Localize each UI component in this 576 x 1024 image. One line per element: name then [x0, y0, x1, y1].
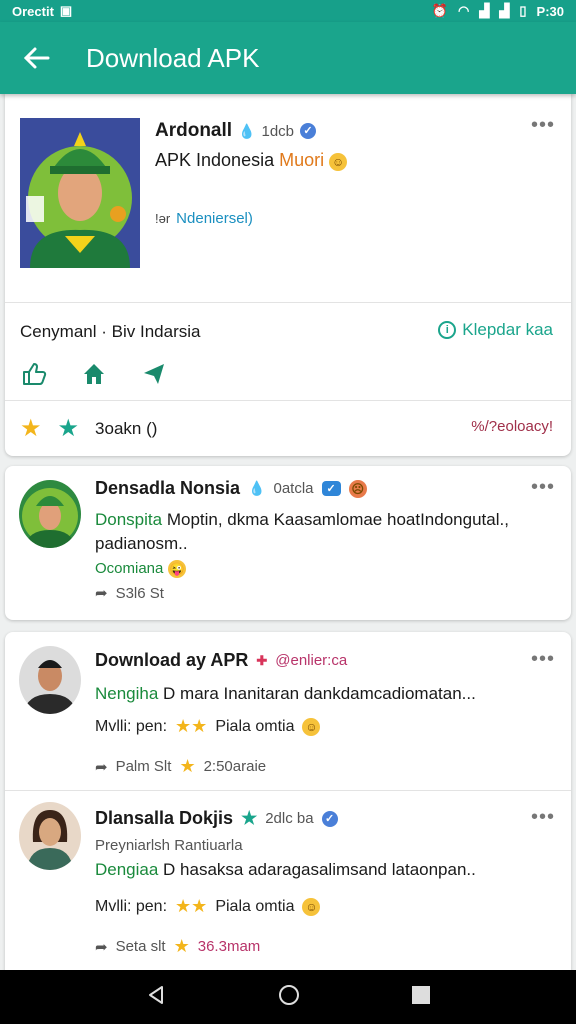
action-row — [20, 360, 168, 388]
star-icon[interactable]: ★ — [179, 756, 195, 777]
featured-card[interactable]: Ardonall 💧 1dcb ✓ APK Indonesia Muori ☺ … — [5, 94, 571, 456]
system-nav-bar — [0, 970, 576, 1024]
status-bar: Orectit ▣ ⏰ ◠ ▟ ▟ ▯ P:30 — [0, 0, 576, 22]
post-rating: Mvlli: pen: ★★ Piala omtia ☺ — [95, 896, 321, 917]
angry-emoji-icon: ☹ — [348, 479, 367, 498]
company-label: Cenymanl · Biv Indarsia — [20, 322, 201, 341]
signal-icon-2: ▟ — [499, 3, 510, 18]
divider — [5, 790, 571, 791]
post-body: Dengiaa D hasaksa adaragasalimsand latao… — [95, 860, 476, 879]
badge-icon: ✓ — [321, 481, 341, 496]
star-icon: ★★ — [175, 896, 208, 916]
star-green-icon: ★ — [241, 808, 258, 828]
home-share-button[interactable] — [80, 360, 108, 388]
drop-icon: 💧 — [238, 122, 256, 139]
smile-emoji-icon: ☺ — [302, 897, 321, 916]
post-subline: Preyniarlsh Rantiuarla — [95, 837, 243, 854]
post-rating: Mvlli: pen: ★★ Piala omtia ☺ — [95, 716, 321, 737]
star-icon[interactable]: ★ — [174, 936, 190, 957]
verified-icon: ✓ — [300, 123, 317, 139]
nav-recents-button[interactable] — [411, 985, 431, 1010]
featured-poster-image[interactable] — [20, 118, 140, 268]
more-options-icon[interactable]: ••• — [531, 806, 555, 829]
status-time: P:30 — [536, 3, 564, 19]
battery-icon: ▯ — [519, 3, 527, 18]
share-icon[interactable]: ➦ — [95, 938, 108, 956]
smile-emoji-icon: ☺ — [329, 153, 348, 171]
drop-icon: 💧 — [248, 480, 266, 496]
carrier-label: Orectit — [12, 3, 54, 19]
like-button[interactable] — [20, 360, 48, 388]
subtitle-accent: Muori — [279, 150, 325, 170]
post-meta: ➦ Seta slt ★ 36.3mam — [95, 936, 261, 957]
triangle-back-icon — [149, 985, 164, 1004]
star-green-icon[interactable]: ★ — [58, 414, 80, 443]
featured-subtitle: APK Indonesia Muori ☺ — [155, 150, 348, 171]
post-author[interactable]: Dlansalla Dokjis ★ 2dlc ba ✓ — [95, 808, 338, 829]
nav-home-button[interactable] — [278, 984, 300, 1011]
featured-rating-row: ★ ★ 3oakn () — [20, 414, 158, 443]
nav-back-button[interactable] — [145, 984, 167, 1011]
avatar[interactable] — [19, 646, 81, 714]
share-icon[interactable]: ➦ — [95, 758, 108, 776]
feed[interactable]: Ardonall 💧 1dcb ✓ APK Indonesia Muori ☺ … — [0, 94, 576, 970]
square-recents-icon — [411, 985, 430, 1004]
tongue-emoji-icon: 😜 — [168, 560, 187, 578]
avatar[interactable] — [19, 480, 81, 548]
signal-icon: ▟ — [479, 3, 490, 18]
sim-icon: ▣ — [59, 3, 73, 18]
verified-icon: ✓ — [321, 810, 338, 827]
post-author[interactable]: Densadla Nonsia 💧 0atcla ✓ ☹ — [95, 478, 367, 499]
smile-emoji-icon: ☺ — [302, 717, 321, 736]
info-icon: i — [438, 321, 457, 339]
featured-name[interactable]: Ardonall 💧 1dcb ✓ — [155, 120, 317, 142]
alarm-icon: ⏰ — [431, 3, 449, 18]
more-options-icon[interactable]: ••• — [531, 476, 555, 499]
send-icon — [144, 364, 164, 384]
circle-home-icon — [278, 984, 299, 1005]
post-author[interactable]: Download ay APR ✚ @enlier:ca — [95, 650, 347, 671]
featured-percent: %/?eoloacy! — [471, 418, 553, 435]
post-card[interactable]: Download ay APR ✚ @enlier:ca ••• Nengiha… — [5, 632, 571, 970]
divider — [5, 400, 571, 401]
info-link[interactable]: i Klepdar kaa — [438, 320, 553, 340]
post-card[interactable]: Densadla Nonsia 💧 0atcla ✓ ☹ ••• Donspit… — [5, 466, 571, 620]
more-options-icon[interactable]: ••• — [531, 114, 555, 137]
star-icon: ★★ — [175, 716, 208, 736]
page-title: Download APK — [86, 42, 260, 73]
featured-link[interactable]: !ər Ndeniersel) — [155, 210, 253, 227]
arrow-left-icon — [23, 47, 50, 69]
app-bar: Download APK — [0, 22, 576, 94]
house-icon — [84, 364, 104, 384]
wifi-icon: ◠ — [458, 3, 470, 18]
avatar[interactable] — [19, 802, 81, 870]
post-meta: ➦ Palm Slt ★ 2:50araie — [95, 756, 267, 777]
more-options-icon[interactable]: ••• — [531, 648, 555, 671]
post-meta: ➦ S3l6 St — [95, 584, 164, 603]
share-icon[interactable]: ➦ — [95, 584, 108, 602]
send-button[interactable] — [140, 360, 168, 388]
thumbs-up-icon — [23, 363, 47, 385]
divider — [5, 302, 571, 303]
star-icon[interactable]: ★ — [20, 414, 42, 443]
post-body: Nengiha D mara Inanitaran dankdamcadioma… — [95, 684, 476, 703]
post-body: Donspita Moptin, dkma Kaasamlomae hoatIn… — [95, 510, 509, 578]
back-button[interactable] — [0, 22, 72, 94]
plus-icon: ✚ — [256, 652, 268, 668]
featured-handle: 1dcb — [261, 122, 295, 140]
